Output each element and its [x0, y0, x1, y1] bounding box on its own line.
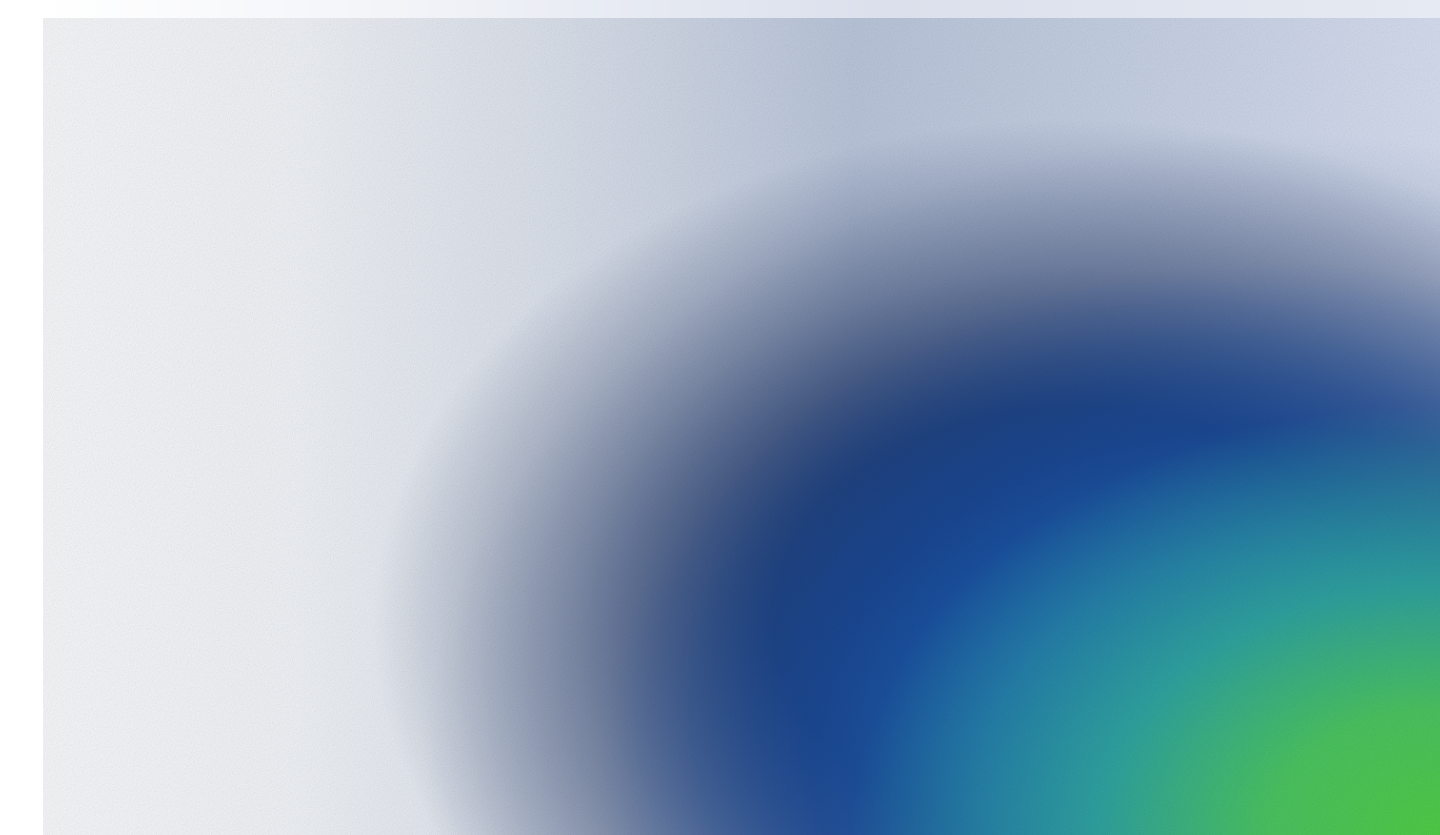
page-canvas — [0, 0, 1440, 835]
gradient-hero-panel — [43, 18, 1440, 835]
top-edge-fade — [43, 0, 1440, 18]
blue-green-gradient — [43, 18, 1440, 835]
